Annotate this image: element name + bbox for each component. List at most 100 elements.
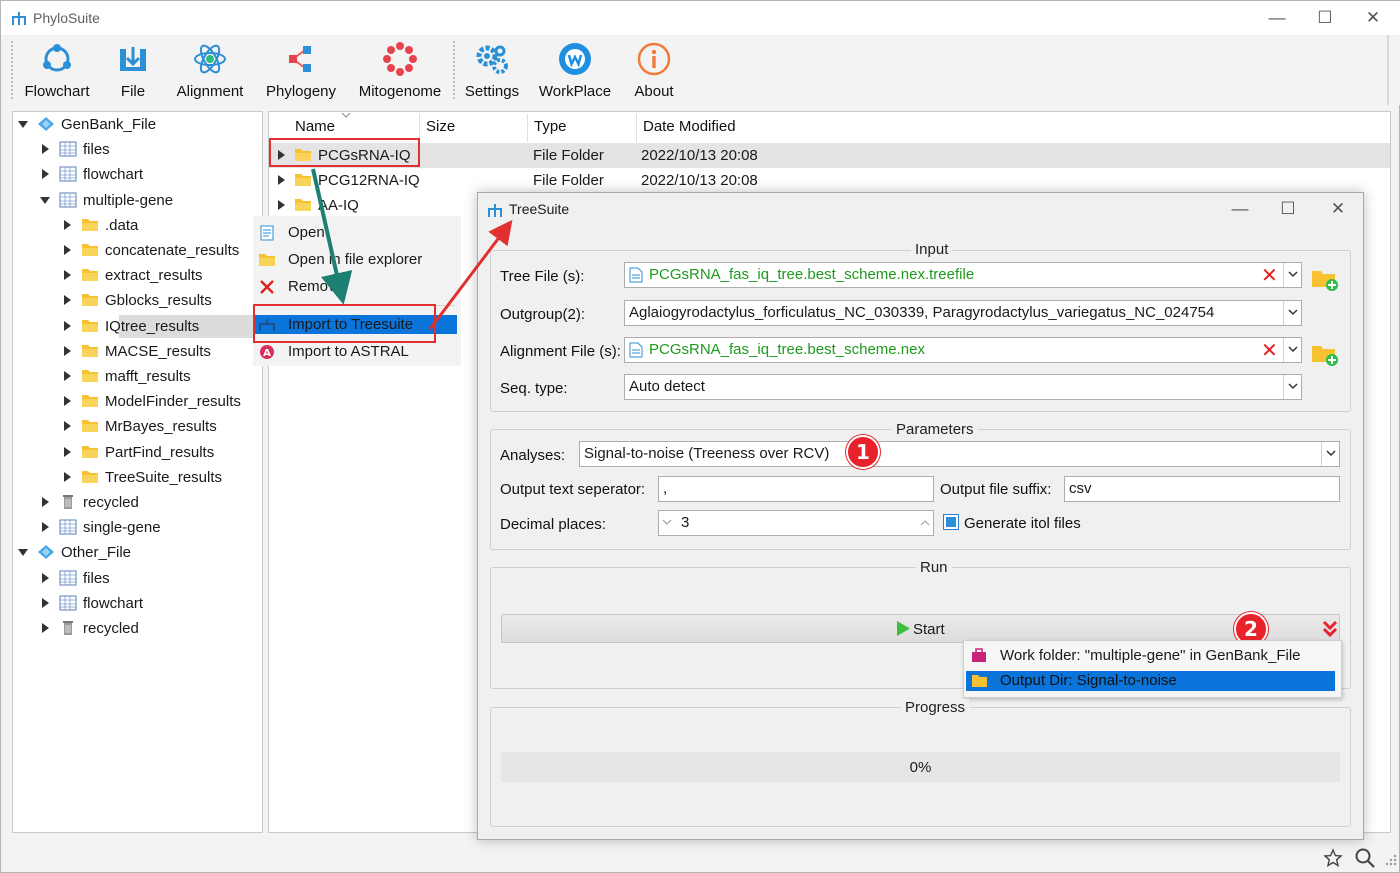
alignment-file-dropdown-button[interactable] [1283, 338, 1301, 362]
decimal-places-spinbox[interactable]: 3 [658, 510, 934, 536]
analyses-combo[interactable]: Signal-to-noise (Treeness over RCV) [579, 441, 1340, 467]
itol-checkbox[interactable] [943, 514, 959, 530]
tree-item[interactable]: Gblocks_results [13, 288, 262, 313]
collapse-arrow-icon[interactable] [62, 295, 72, 306]
collapse-arrow-icon[interactable] [62, 219, 72, 230]
collapse-arrow-icon[interactable] [40, 623, 50, 633]
column-header-type[interactable]: Type [534, 118, 567, 135]
column-divider[interactable] [527, 114, 528, 142]
tree-item[interactable]: MrBayes_results [13, 414, 262, 439]
collapse-arrow-icon[interactable] [62, 396, 72, 407]
toolbar-about-button[interactable]: About [625, 35, 683, 105]
collapse-arrow-icon[interactable] [62, 245, 72, 255]
suffix-input[interactable]: csv [1064, 476, 1340, 502]
tree-item[interactable]: ModelFinder_results [13, 389, 262, 414]
tree-item[interactable]: recycled [13, 490, 262, 515]
collapse-arrow-icon[interactable] [276, 175, 286, 185]
tree-item[interactable]: mafft_results [13, 364, 262, 389]
start-button[interactable]: Start [501, 614, 1340, 643]
collapse-arrow-icon[interactable] [62, 471, 72, 482]
tree-item[interactable]: Other_File [13, 540, 262, 565]
spin-up-icon[interactable] [920, 519, 930, 526]
column-divider[interactable] [636, 114, 637, 142]
dialog-maximize-button[interactable]: ☐ [1270, 195, 1306, 223]
tree-item[interactable]: GenBank_File [13, 112, 262, 137]
tree-item[interactable]: flowchart [13, 162, 262, 187]
alignment-file-combo[interactable]: PCGsRNA_fas_iq_tree.best_scheme.nex [624, 337, 1302, 363]
expand-arrow-icon[interactable] [18, 119, 28, 129]
toolbar-file-button[interactable]: File [105, 35, 161, 105]
file-row[interactable]: PCGsRNA-IQ File Folder 2022/10/13 20:08 [269, 143, 1390, 168]
tree-file-combo[interactable]: PCGsRNA_fas_iq_tree.best_scheme.nex.tree… [624, 262, 1302, 288]
seq-type-combo[interactable]: Auto detect [624, 374, 1302, 400]
column-header-name[interactable]: Name [295, 118, 335, 135]
tree-item[interactable]: flowchart [13, 591, 262, 616]
toolbar-alignment-button[interactable]: Alignment [171, 35, 249, 105]
collapse-arrow-icon[interactable] [62, 320, 72, 331]
collapse-arrow-icon[interactable] [62, 345, 72, 356]
toolbar-mitogenome-button[interactable]: Mitogenome [353, 35, 447, 105]
collapse-arrow-icon[interactable] [40, 497, 50, 507]
tree-item[interactable]: multiple-gene [13, 188, 262, 213]
file-icon [120, 47, 146, 71]
context-menu-item[interactable]: Open in file explorer [255, 246, 457, 273]
tree-item[interactable]: PartFind_results [13, 440, 262, 465]
resize-grip-icon[interactable] [1384, 853, 1398, 867]
work-folder-menu-item[interactable]: Work folder: "multiple-gene" in GenBank_… [966, 644, 1339, 668]
output-dir-menu-item[interactable]: Output Dir: Signal-to-noise [966, 671, 1335, 691]
toolbar-flowchart-button[interactable]: Flowchart [17, 35, 97, 105]
outgroup-dropdown-button[interactable] [1283, 301, 1301, 325]
column-header-size[interactable]: Size [426, 118, 455, 135]
toolbar-settings-button[interactable]: Settings [459, 35, 525, 105]
tree-item[interactable]: files [13, 137, 262, 162]
minimize-button[interactable]: — [1259, 4, 1295, 32]
svg-text:A: A [263, 348, 271, 359]
seq-type-dropdown-button[interactable] [1283, 375, 1301, 399]
expand-arrow-icon[interactable] [18, 547, 28, 557]
clear-tree-file-icon[interactable]: ✕ [1261, 265, 1278, 287]
tree-item[interactable]: concatenate_results [13, 238, 262, 263]
column-header-date[interactable]: Date Modified [643, 118, 736, 135]
collapse-arrow-icon[interactable] [62, 446, 72, 457]
toolbar-file-label: File [120, 83, 146, 100]
add-folder-icon[interactable] [1311, 340, 1339, 366]
close-button[interactable]: ✕ [1355, 4, 1391, 32]
dialog-close-button[interactable]: ✕ [1320, 195, 1356, 223]
star-icon[interactable] [1323, 848, 1343, 868]
context-menu-item[interactable]: Open [255, 219, 457, 246]
expand-arrow-icon[interactable] [40, 195, 50, 205]
tree-item[interactable]: recycled [13, 616, 262, 641]
collapse-arrow-icon[interactable] [40, 144, 50, 155]
double-chevron-down-icon[interactable] [1322, 619, 1338, 639]
tree-item[interactable]: files [13, 566, 262, 591]
add-folder-icon[interactable] [1311, 265, 1339, 291]
analyses-dropdown-button[interactable] [1321, 442, 1339, 466]
toolbar-phylogeny-button[interactable]: Phylogeny [261, 35, 341, 105]
maximize-button[interactable]: ☐ [1307, 4, 1343, 32]
collapse-arrow-icon[interactable] [40, 572, 50, 583]
tree-item[interactable]: single-gene [13, 515, 262, 540]
spin-down-icon[interactable] [662, 519, 672, 526]
tree-item-label: IQtree_results [105, 317, 200, 335]
outgroup-combo[interactable]: Aglaiogyrodactylus_forficulatus_NC_03033… [624, 300, 1302, 326]
dialog-minimize-button[interactable]: — [1222, 195, 1258, 223]
collapse-arrow-icon[interactable] [40, 597, 50, 608]
collapse-arrow-icon[interactable] [62, 421, 72, 432]
context-menu-item[interactable]: Remove [255, 273, 457, 300]
tree-item[interactable]: MACSE_results [13, 339, 262, 364]
search-icon[interactable] [1354, 847, 1376, 869]
collapse-arrow-icon[interactable] [40, 169, 50, 180]
file-row[interactable]: PCG12RNA-IQ File Folder 2022/10/13 20:08 [269, 168, 1390, 193]
tree-item[interactable]: TreeSuite_results [13, 465, 262, 490]
tree-file-dropdown-button[interactable] [1283, 263, 1301, 287]
tree-item[interactable]: .data [13, 213, 262, 238]
collapse-arrow-icon[interactable] [62, 270, 72, 281]
tree-item[interactable]: IQtree_results [13, 314, 262, 339]
tree-item[interactable]: extract_results [13, 263, 262, 288]
separator-input[interactable]: , [658, 476, 934, 502]
collapse-arrow-icon[interactable] [62, 371, 72, 381]
collapse-arrow-icon[interactable] [40, 522, 50, 533]
toolbar-workplace-button[interactable]: WorkPlace [535, 35, 615, 105]
clear-alignment-file-icon[interactable]: ✕ [1261, 340, 1278, 362]
collapse-arrow-icon[interactable] [276, 200, 286, 210]
